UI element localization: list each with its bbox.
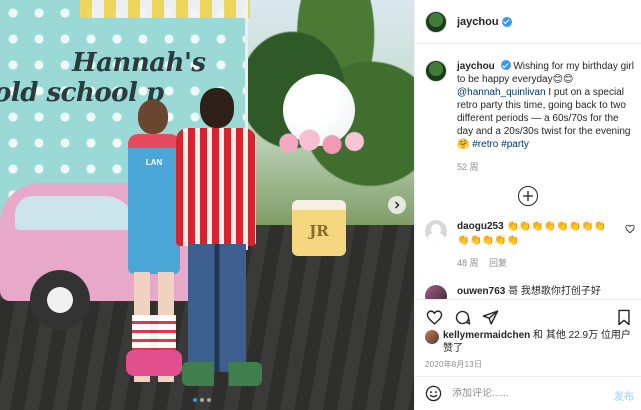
man-jeans bbox=[188, 244, 246, 372]
comment-username[interactable]: daogu253 bbox=[457, 221, 504, 232]
hashtag-retro-link[interactable]: #retro bbox=[472, 139, 498, 150]
like-button[interactable] bbox=[425, 309, 443, 327]
carousel-dot-3 bbox=[207, 398, 211, 402]
dress-text: LAN bbox=[145, 158, 163, 167]
bookmark-icon bbox=[618, 309, 630, 326]
bunting bbox=[80, 0, 250, 18]
comment-text: 哥 我想歌你打创子好 bbox=[508, 286, 601, 297]
man-striped-shirt bbox=[176, 128, 256, 246]
pink-balloons bbox=[278, 128, 368, 158]
roller-skates bbox=[126, 350, 182, 376]
comment-meta: 48 周 回复 bbox=[457, 256, 617, 270]
comment-avatar[interactable] bbox=[425, 285, 447, 299]
comment-username[interactable]: ouwen763 bbox=[457, 286, 505, 297]
verified-badge-icon bbox=[500, 60, 511, 70]
save-button[interactable] bbox=[616, 309, 632, 329]
instagram-post: Hannah's old school p JR LAN jaychou jay… bbox=[0, 0, 641, 410]
caption-author-avatar[interactable] bbox=[425, 60, 447, 82]
hashtag-party-link[interactable]: #party bbox=[501, 139, 529, 150]
basket-logo: JR bbox=[309, 222, 329, 240]
caption-author-username[interactable]: jaychou bbox=[457, 61, 495, 72]
woman-head bbox=[138, 100, 168, 134]
verified-badge-icon bbox=[501, 16, 512, 27]
comment-input[interactable] bbox=[452, 388, 602, 399]
comment-body: ouwen763 哥 我想歌你打创子好 bbox=[457, 285, 617, 299]
post-caption: jaychou Wishing for my birthday girl to … bbox=[425, 60, 635, 174]
author-avatar[interactable] bbox=[425, 10, 447, 33]
liker-avatar[interactable] bbox=[425, 330, 439, 344]
comment-like-heart-icon[interactable] bbox=[625, 224, 635, 234]
comment-item: ouwen763 哥 我想歌你打创子好 bbox=[425, 285, 635, 299]
likes-text-wrap: kellymermaidchen 和 其他 22.9万 位用户赞了 bbox=[443, 329, 635, 355]
plus-icon bbox=[523, 191, 533, 201]
car-wheel bbox=[30, 270, 90, 330]
post-sidebar: jaychou jaychou Wishing for my birthday … bbox=[414, 0, 641, 410]
post-header: jaychou bbox=[415, 0, 641, 44]
caption-age[interactable]: 52 周 bbox=[457, 161, 635, 174]
paper-plane-icon bbox=[482, 310, 498, 325]
woman-dress: LAN bbox=[128, 134, 180, 274]
post-photo[interactable]: Hannah's old school p JR LAN bbox=[0, 0, 414, 410]
comment-avatar[interactable] bbox=[425, 220, 447, 242]
caption-body: jaychou Wishing for my birthday girl to … bbox=[457, 60, 635, 174]
comments-list[interactable]: jaychou Wishing for my birthday girl to … bbox=[415, 44, 641, 299]
likes-summary: kellymermaidchen 和 其他 22.9万 位用户赞了 bbox=[425, 329, 635, 355]
carousel-indicator bbox=[193, 398, 211, 402]
post-comment-button[interactable]: 发布 bbox=[614, 388, 634, 403]
man-figure bbox=[176, 88, 266, 408]
comment-body: daogu253 👏👏👏👏👏👏👏👏👏👏👏👏👏 48 周 回复 bbox=[457, 220, 617, 270]
comment-item: daogu253 👏👏👏👏👏👏👏👏👏👏👏👏👏 48 周 回复 bbox=[425, 220, 635, 270]
carousel-dot-2 bbox=[200, 398, 204, 402]
liker-username[interactable]: kellymermaidchen bbox=[443, 330, 530, 341]
comment-age[interactable]: 48 周 bbox=[457, 258, 479, 268]
add-comment-bar: 发布 bbox=[415, 376, 641, 410]
caption-mention-link[interactable]: @hannah_quinlivan bbox=[457, 87, 546, 98]
emoji-icon[interactable] bbox=[425, 385, 442, 402]
comment-button[interactable] bbox=[453, 309, 471, 327]
carousel-dot-1 bbox=[193, 398, 197, 402]
heart-icon bbox=[426, 310, 442, 325]
chevron-right-icon bbox=[395, 201, 400, 209]
comment-bubble-icon bbox=[455, 310, 470, 325]
man-shoes bbox=[182, 362, 262, 386]
balloon-basket: JR bbox=[292, 200, 346, 256]
comment-reply-button[interactable]: 回复 bbox=[489, 258, 507, 268]
author-username[interactable]: jaychou bbox=[457, 16, 499, 28]
next-image-button[interactable] bbox=[388, 196, 406, 214]
car-window bbox=[15, 196, 135, 230]
share-button[interactable] bbox=[481, 309, 499, 327]
post-date[interactable]: 2020年8月13日 bbox=[425, 359, 482, 370]
load-more-comments-button[interactable] bbox=[518, 186, 538, 206]
banner-line-1: Hannah's bbox=[72, 48, 206, 78]
man-head bbox=[200, 88, 234, 128]
